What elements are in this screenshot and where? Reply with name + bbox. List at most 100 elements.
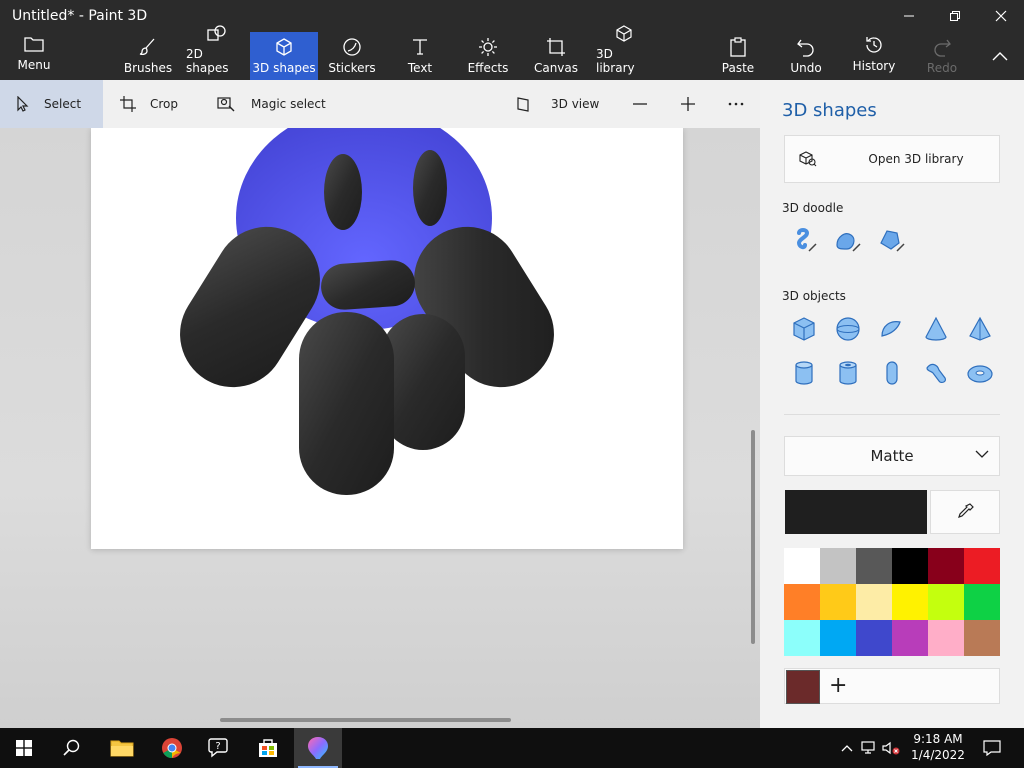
minus-icon bbox=[633, 103, 647, 105]
left-eye bbox=[324, 154, 362, 230]
capsule-icon[interactable] bbox=[876, 357, 908, 389]
palette-swatch[interactable] bbox=[856, 548, 892, 584]
search-button[interactable] bbox=[48, 728, 96, 768]
palette-swatch[interactable] bbox=[892, 584, 928, 620]
file-explorer-app[interactable] bbox=[98, 728, 146, 768]
action-center-button[interactable] bbox=[978, 728, 1006, 768]
tube-icon[interactable] bbox=[832, 357, 864, 389]
zoom-in-button[interactable] bbox=[680, 80, 696, 128]
palette-swatch[interactable] bbox=[856, 584, 892, 620]
3d-library-icon bbox=[799, 150, 817, 171]
history-button[interactable]: History bbox=[850, 32, 898, 80]
cube-icon[interactable] bbox=[788, 313, 820, 345]
undo-button[interactable]: Undo bbox=[786, 32, 826, 80]
palette-swatch[interactable] bbox=[928, 620, 964, 656]
donut-icon[interactable] bbox=[964, 357, 996, 389]
chevron-up-icon bbox=[841, 745, 853, 752]
palette-swatch[interactable] bbox=[928, 548, 964, 584]
drawing-canvas[interactable] bbox=[91, 128, 683, 549]
workspace[interactable] bbox=[0, 128, 760, 728]
front-leg bbox=[299, 312, 394, 495]
palette-swatch[interactable] bbox=[964, 620, 1000, 656]
hemisphere-icon[interactable] bbox=[876, 313, 908, 345]
crop-tool[interactable]: Crop bbox=[120, 80, 178, 128]
chevron-up-icon bbox=[992, 52, 1008, 61]
title-bar: Untitled* - Paint 3D bbox=[0, 0, 1024, 32]
network-button[interactable] bbox=[858, 741, 880, 755]
taskbar: ? 9:18 AM 1/4/2022 bbox=[0, 728, 1024, 768]
3d-library-tab[interactable]: 3D library bbox=[596, 25, 652, 80]
network-icon bbox=[861, 741, 875, 754]
close-button[interactable] bbox=[978, 0, 1024, 32]
svg-text:?: ? bbox=[215, 741, 220, 752]
panel-divider bbox=[784, 414, 1000, 415]
palette-swatch[interactable] bbox=[784, 548, 820, 584]
scene-drawing bbox=[180, 128, 554, 495]
tool-bar: Select Crop Magic select 3D view bbox=[0, 80, 760, 128]
magic-select-tool[interactable]: Magic select bbox=[217, 80, 326, 128]
curved-cylinder-icon[interactable] bbox=[920, 357, 952, 389]
palette-swatch[interactable] bbox=[784, 584, 820, 620]
palette-swatch[interactable] bbox=[964, 584, 1000, 620]
eyedropper-icon bbox=[958, 503, 974, 518]
magic-select-icon bbox=[217, 97, 235, 112]
palette-swatch[interactable] bbox=[892, 620, 928, 656]
3d-view-icon bbox=[517, 97, 529, 112]
stickers-tab[interactable]: Stickers bbox=[326, 32, 378, 80]
sticker-icon bbox=[342, 36, 362, 58]
zoom-out-button[interactable] bbox=[632, 80, 648, 128]
tube-doodle-icon[interactable] bbox=[876, 224, 908, 256]
palette-swatch[interactable] bbox=[820, 620, 856, 656]
cone-icon[interactable] bbox=[920, 313, 952, 345]
paint-3d-app[interactable] bbox=[294, 728, 342, 768]
pyramid-icon[interactable] bbox=[964, 313, 996, 345]
brushes-tab[interactable]: Brushes bbox=[122, 32, 174, 80]
chrome-icon bbox=[162, 738, 182, 759]
text-tab[interactable]: Text bbox=[400, 32, 440, 80]
effects-tab[interactable]: Effects bbox=[466, 32, 510, 80]
windows-icon bbox=[16, 740, 32, 756]
palette-swatch[interactable] bbox=[820, 584, 856, 620]
sphere-icon[interactable] bbox=[832, 313, 864, 345]
sharp-edge-doodle-icon[interactable] bbox=[788, 224, 820, 256]
eyedropper-button[interactable] bbox=[930, 490, 1000, 534]
start-button[interactable] bbox=[0, 728, 48, 768]
open-3d-library-button[interactable]: Open 3D library bbox=[784, 135, 1000, 183]
more-options-button[interactable] bbox=[728, 80, 744, 128]
palette-swatch[interactable] bbox=[856, 620, 892, 656]
side-panel: 3D shapes Open 3D library 3D doodle 3D o… bbox=[760, 80, 1024, 728]
current-color-swatch[interactable] bbox=[785, 490, 927, 534]
material-dropdown[interactable]: Matte bbox=[784, 436, 1000, 476]
add-color-button[interactable]: + bbox=[829, 673, 847, 699]
get-help-app[interactable]: ? bbox=[196, 728, 244, 768]
3d-view-toggle[interactable]: 3D view bbox=[517, 80, 599, 128]
canvas-tab[interactable]: Canvas bbox=[532, 32, 580, 80]
collapse-ribbon-button[interactable] bbox=[980, 32, 1020, 80]
palette-swatch[interactable] bbox=[784, 620, 820, 656]
paste-button[interactable]: Paste bbox=[718, 32, 758, 80]
restore-button[interactable] bbox=[932, 0, 978, 32]
minimize-button[interactable] bbox=[886, 0, 932, 32]
redo-button[interactable]: Redo bbox=[922, 32, 962, 80]
taskbar-clock[interactable]: 9:18 AM 1/4/2022 bbox=[900, 731, 976, 763]
select-tool[interactable]: Select bbox=[0, 80, 103, 128]
soft-edge-doodle-icon[interactable] bbox=[832, 224, 864, 256]
palette-swatch[interactable] bbox=[928, 584, 964, 620]
vertical-scrollbar[interactable] bbox=[751, 430, 755, 644]
3d-shapes-tab[interactable]: 3D shapes bbox=[250, 32, 318, 80]
palette-swatch[interactable] bbox=[892, 548, 928, 584]
2d-shapes-tab[interactable]: 2D shapes bbox=[186, 25, 248, 80]
chrome-app[interactable] bbox=[148, 728, 196, 768]
menu-button[interactable]: Menu bbox=[8, 32, 60, 80]
horizontal-scrollbar[interactable] bbox=[220, 718, 511, 722]
cylinder-icon[interactable] bbox=[788, 357, 820, 389]
palette-swatch[interactable] bbox=[964, 548, 1000, 584]
store-app[interactable] bbox=[244, 728, 292, 768]
volume-button[interactable] bbox=[880, 741, 902, 755]
folder-icon bbox=[24, 33, 44, 55]
restore-icon bbox=[950, 11, 960, 21]
custom-color-swatch[interactable] bbox=[786, 670, 820, 704]
palette-swatch[interactable] bbox=[820, 548, 856, 584]
show-hidden-icons-button[interactable] bbox=[836, 744, 858, 752]
store-icon bbox=[259, 739, 277, 757]
